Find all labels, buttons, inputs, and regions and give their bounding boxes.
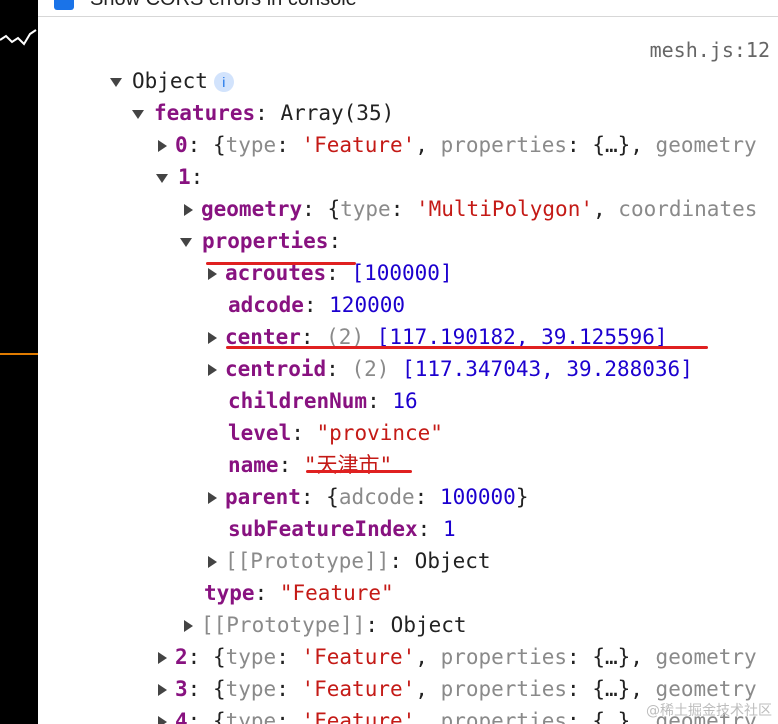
collapse-triangle-icon[interactable] xyxy=(208,492,217,504)
console-output[interactable]: mesh.js:12 Object i features: Array(35) 0… xyxy=(38,16,778,724)
level-row: level: "province" xyxy=(228,421,443,445)
info-icon[interactable]: i xyxy=(213,72,234,92)
annotation-underline-center xyxy=(226,346,708,349)
feature-item-2[interactable]: 2: {type: 'Feature', properties: {…}, ge… xyxy=(158,642,757,672)
collapse-triangle-icon[interactable] xyxy=(158,684,167,696)
watermark: @稀土掘金技术社区 xyxy=(646,703,772,719)
cors-label: Show CORS errors in console xyxy=(90,0,357,11)
collapse-triangle-icon[interactable] xyxy=(158,652,167,664)
feature-item-1[interactable]: 1: xyxy=(156,162,203,192)
collapse-triangle-icon[interactable] xyxy=(208,332,217,344)
subFeatureIndex-row: subFeatureIndex: 1 xyxy=(228,517,456,541)
collapse-triangle-icon[interactable] xyxy=(158,716,167,724)
properties-prototype-row[interactable]: [[Prototype]]: Object xyxy=(208,546,491,576)
name-row: name: "天津市" xyxy=(228,453,393,477)
object-label: Object xyxy=(132,69,208,93)
collapse-triangle-icon[interactable] xyxy=(184,620,193,632)
expand-triangle-icon[interactable] xyxy=(180,237,192,247)
expand-triangle-icon[interactable] xyxy=(110,77,122,87)
expand-triangle-icon[interactable] xyxy=(156,173,168,183)
childrenNum-row: childrenNum: 16 xyxy=(228,389,418,413)
source-link[interactable]: mesh.js:12 xyxy=(650,38,770,62)
expand-triangle-icon[interactable] xyxy=(132,109,144,119)
adcode-row: adcode: 120000 xyxy=(228,293,406,317)
collapse-triangle-icon[interactable] xyxy=(208,268,217,280)
waveform-graphic xyxy=(0,29,38,355)
item1-prototype-row[interactable]: [[Prototype]]: Object xyxy=(184,610,467,640)
object-root-row[interactable]: Object i xyxy=(110,66,234,96)
type-row: type: "Feature" xyxy=(204,581,394,605)
parent-row[interactable]: parent: {adcode: 100000} xyxy=(208,482,528,512)
collapse-triangle-icon[interactable] xyxy=(184,204,193,216)
feature-item-0[interactable]: 0: {type: 'Feature', properties: {…}, ge… xyxy=(158,130,757,160)
collapse-triangle-icon[interactable] xyxy=(208,364,217,376)
console-settings-bar: Show CORS errors in console xyxy=(38,0,778,17)
acroutes-row[interactable]: acroutes: [100000] xyxy=(208,258,453,288)
features-row[interactable]: features: Array(35) xyxy=(132,98,394,128)
geometry-row[interactable]: geometry: {type: 'MultiPolygon', coordin… xyxy=(184,194,757,224)
collapse-triangle-icon[interactable] xyxy=(208,556,217,568)
cors-checkbox[interactable] xyxy=(54,0,74,10)
properties-row[interactable]: properties: xyxy=(180,226,341,256)
centroid-row[interactable]: centroid: (2) [117.347043, 39.288036] xyxy=(208,354,693,384)
annotation-underline-name xyxy=(306,470,412,473)
left-panel-strip xyxy=(0,0,38,724)
collapse-triangle-icon[interactable] xyxy=(158,140,167,152)
